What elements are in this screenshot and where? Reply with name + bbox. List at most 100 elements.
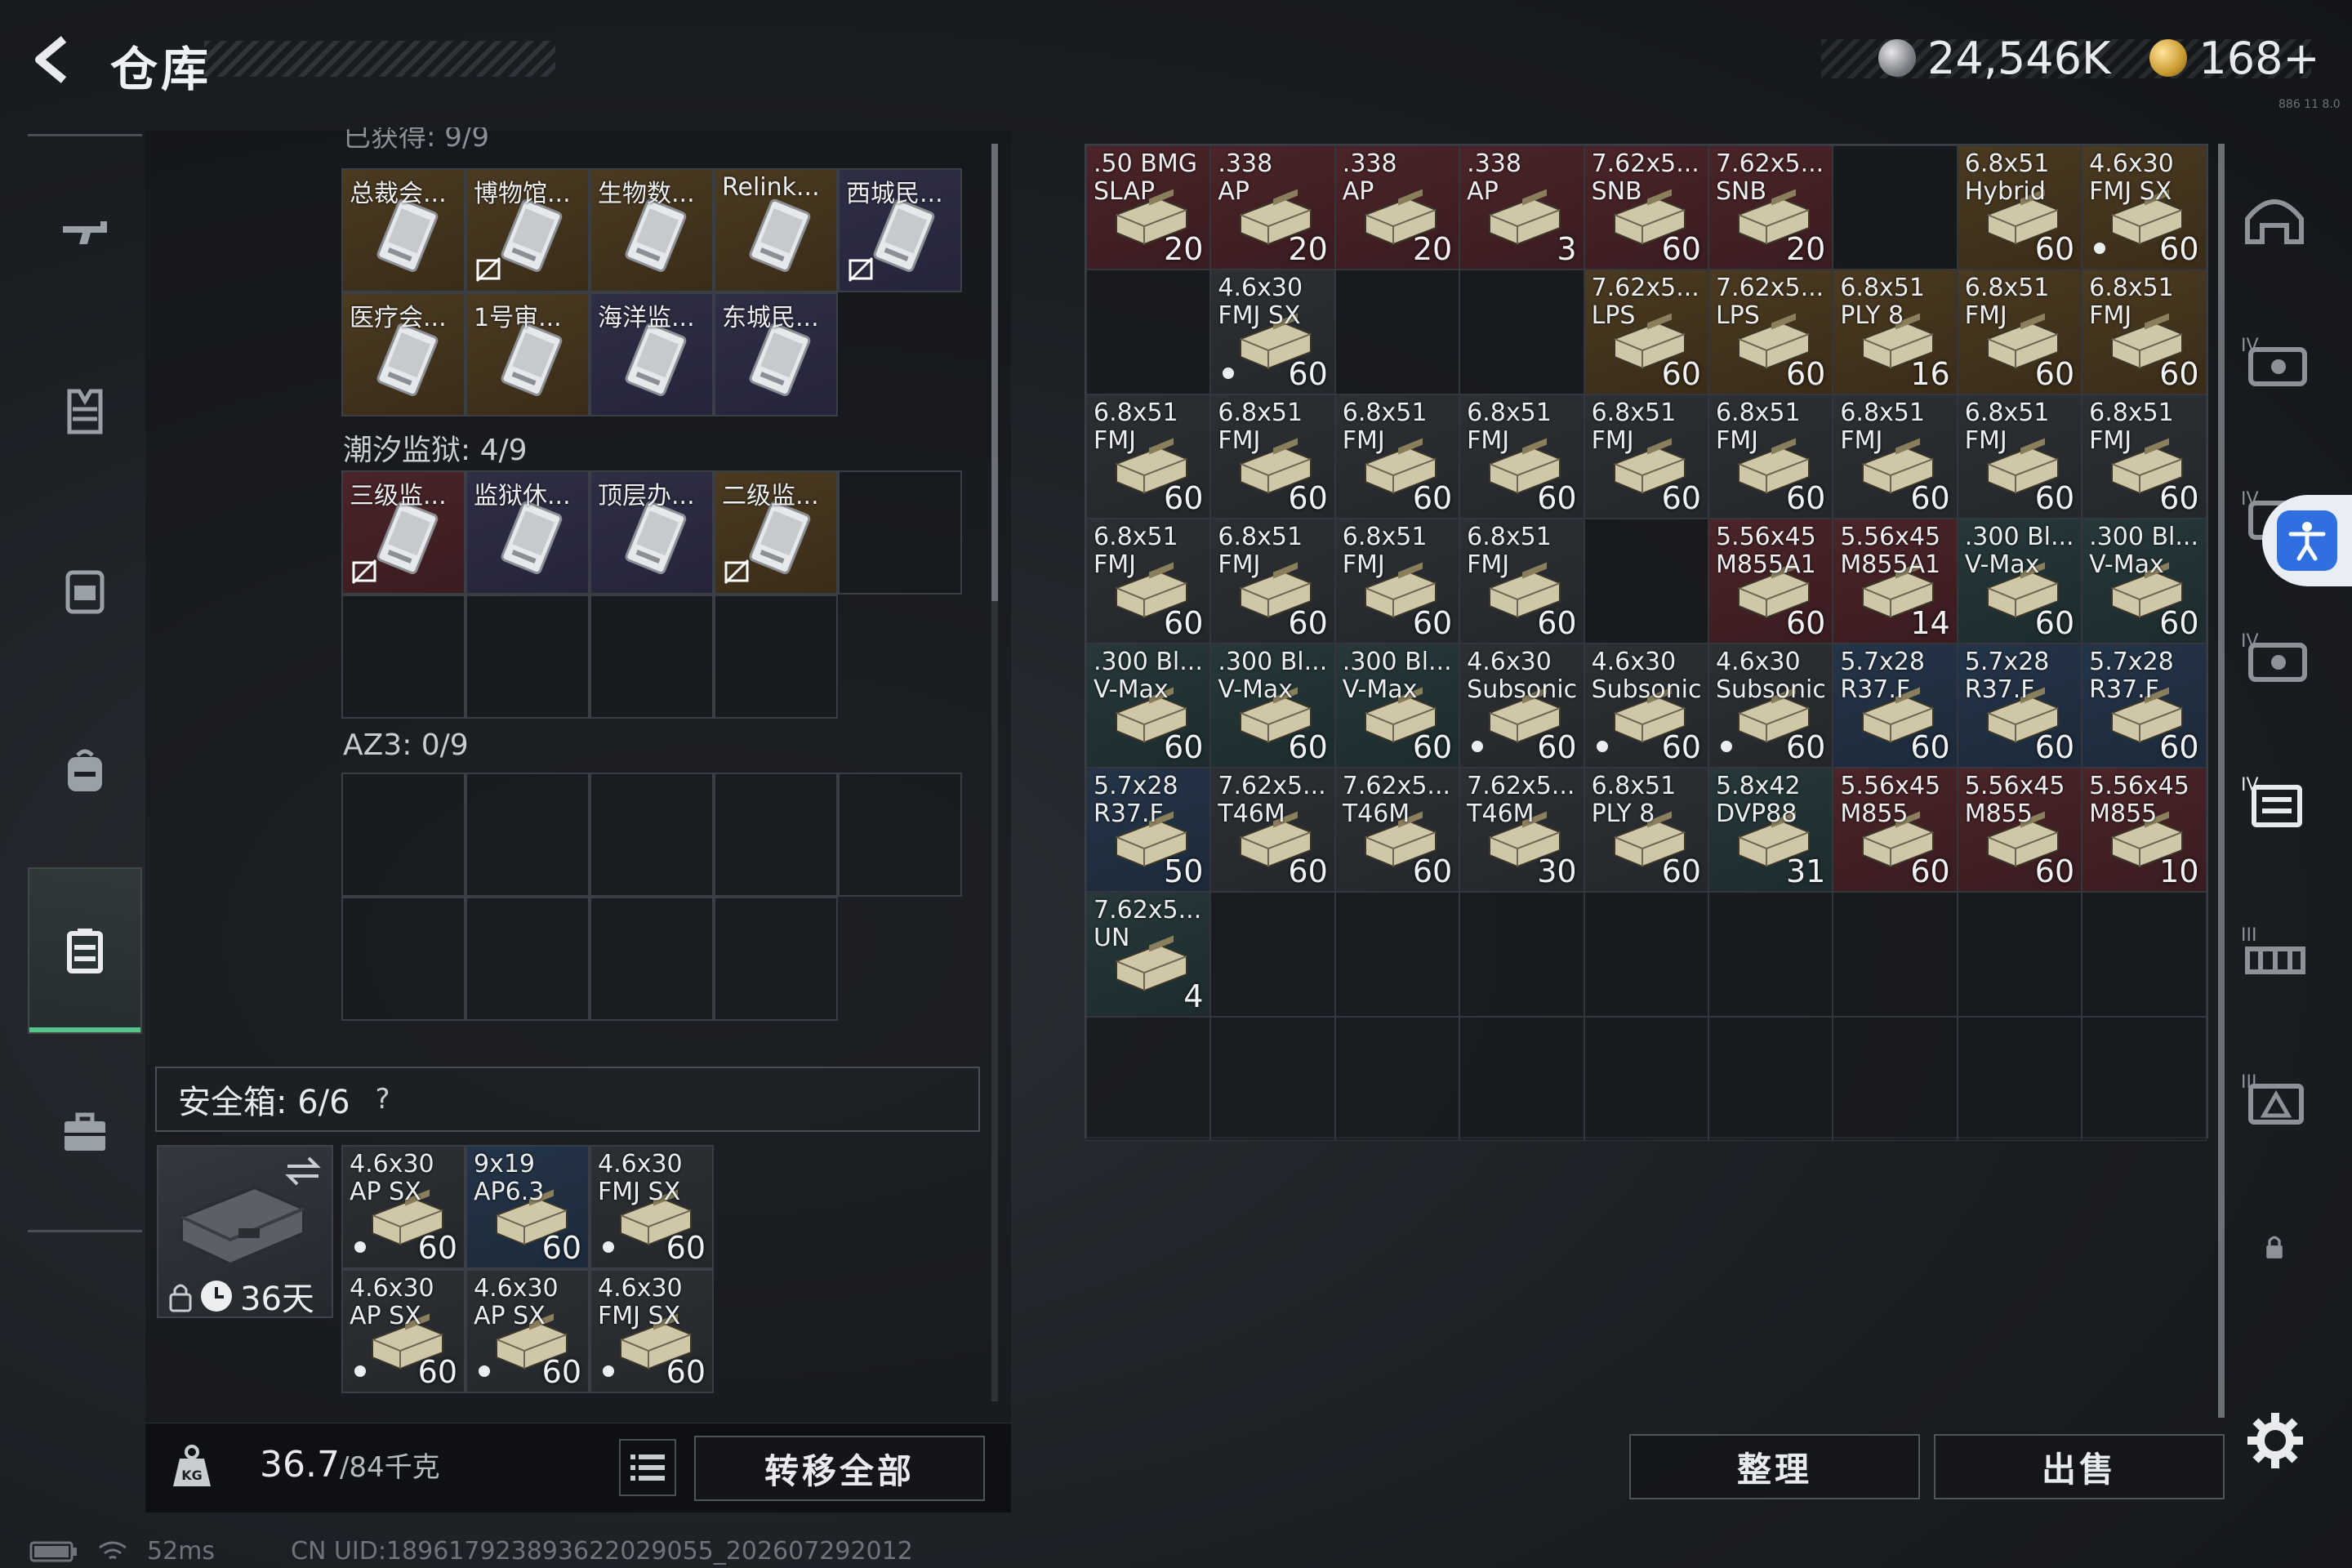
rail-locked[interactable]	[2230, 1197, 2319, 1295]
keycard-slot[interactable]: 海洋监...	[590, 292, 714, 416]
ammo-slot[interactable]: 6.8x51 FMJ 60	[1334, 519, 1460, 644]
ammo-slot[interactable]: 5.56x45 M855A1 14	[1833, 519, 1958, 644]
ammo-slot[interactable]: 5.8x42 DVP88 31	[1708, 767, 1833, 893]
ammo-slot[interactable]: 5.56x45 M855A1 60	[1708, 519, 1833, 644]
ammo-slot[interactable]: 4.6x30 FMJ SX 60	[2082, 145, 2207, 270]
ammo-slot[interactable]: 6.8x51 Hybrid 60	[1957, 145, 2082, 270]
keycard-slot[interactable]: 总裁会...	[341, 168, 466, 292]
no-sell-icon	[848, 256, 874, 283]
rail-tier4-plate[interactable]: IV	[2230, 608, 2319, 706]
ammo-slot[interactable]: 6.8x51 FMJ 60	[1210, 519, 1335, 644]
ammo-slot[interactable]: 6.8x51 FMJ 60	[1334, 394, 1460, 519]
ammo-count: 31	[1785, 853, 1826, 890]
ammo-slot[interactable]: .300 Bl... V-Max 60	[1957, 519, 2082, 644]
ammo-slot[interactable]: .300 Bl... V-Max 60	[1210, 643, 1335, 768]
ammo-slot[interactable]: 6.8x51 FMJ 60	[1210, 394, 1335, 519]
ammo-slot[interactable]: 7.62x5... UN 4	[1086, 892, 1211, 1017]
ammo-slot[interactable]: 6.8x51 FMJ 60	[1708, 394, 1833, 519]
ammo-slot[interactable]: 6.8x51 FMJ 60	[1957, 394, 2082, 519]
empty-slot	[341, 595, 466, 719]
ammo-slot[interactable]: 5.56x45 M855 10	[2082, 767, 2207, 893]
ammo-slot[interactable]: 6.8x51 FMJ 60	[2082, 270, 2207, 394]
ammo-slot[interactable]: 4.6x30 Subsonic 60	[1584, 643, 1708, 768]
keycard-slot[interactable]: 1号审...	[466, 292, 590, 416]
list-view-button[interactable]	[619, 1439, 676, 1496]
ammo-slot[interactable]: 5.7x28 R37.F 50	[1086, 767, 1211, 893]
back-arrow-icon[interactable]	[24, 31, 82, 88]
help-icon[interactable]: ?	[365, 1081, 401, 1117]
ammo-slot[interactable]: 4.6x30 FMJ SX 60	[590, 1145, 714, 1269]
ammo-slot[interactable]: 6.8x51 FMJ 60	[1957, 270, 2082, 394]
keycard-slot[interactable]: 西城民...	[838, 168, 962, 292]
ammo-slot[interactable]: 7.62x5... SNB 20	[1708, 145, 1833, 270]
ammo-slot[interactable]: 7.62x5... LPS 60	[1708, 270, 1833, 394]
keycard-slot[interactable]: Relink...	[714, 168, 838, 292]
section-label-prison: 潮汐监狱: 4/9	[343, 434, 528, 467]
rail-tier3-plate[interactable]: III	[2230, 1049, 2319, 1147]
keycard-slot[interactable]: 生物数...	[590, 168, 714, 292]
ammo-slot[interactable]: .300 Bl... V-Max 60	[2082, 519, 2207, 644]
ammo-slot[interactable]: 6.8x51 FMJ 60	[1459, 394, 1584, 519]
ammo-slot[interactable]: 4.6x30 AP SX 60	[341, 1269, 466, 1393]
ammo-slot[interactable]: .338 AP 20	[1334, 145, 1460, 270]
right-scrollbar[interactable]	[2218, 144, 2225, 1418]
ammo-slot[interactable]: 6.8x51 FMJ 60	[1086, 394, 1211, 519]
rail-tier4-case[interactable]: IV	[2230, 751, 2319, 849]
ammo-slot[interactable]: 5.56x45 M855 60	[1833, 767, 1958, 893]
ammo-slot[interactable]: .300 Bl... V-Max 60	[1086, 643, 1211, 768]
nav-chest-rig[interactable]	[28, 510, 142, 673]
settings-gear-icon[interactable]	[2244, 1410, 2306, 1472]
left-scrollbar[interactable]	[991, 144, 998, 1401]
sort-button[interactable]: 整理	[1629, 1434, 1920, 1499]
keycard-slot[interactable]: 二级监...	[714, 470, 838, 595]
rail-tier3-rig[interactable]: III	[2230, 902, 2319, 1000]
ammo-slot[interactable]: 6.8x51 FMJ 60	[1459, 519, 1584, 644]
accessibility-button[interactable]	[2262, 495, 2352, 586]
ammo-slot[interactable]: 5.7x28 R37.F 60	[2082, 643, 2207, 768]
rail-tier4-vest[interactable]: IV	[2230, 312, 2319, 410]
ammo-slot[interactable]: 4.6x30 Subsonic 60	[1708, 643, 1833, 768]
ammo-slot[interactable]: 4.6x30 AP SX 60	[466, 1269, 590, 1393]
ammo-slot[interactable]: .50 BMG SLAP 20	[1086, 145, 1211, 270]
keycard-slot[interactable]: 监狱休...	[466, 470, 590, 595]
gold-amount[interactable]: 168+	[2198, 33, 2319, 84]
ammo-slot[interactable]: 6.8x51 PLY 8 16	[1833, 270, 1958, 394]
ammo-slot[interactable]: 7.62x5... T46M 30	[1459, 767, 1584, 893]
ammo-type: FMJ	[1591, 425, 1634, 455]
tier4-vest-icon: IV	[2241, 336, 2307, 386]
ammo-slot[interactable]: 7.62x5... SNB 60	[1584, 145, 1708, 270]
nav-backpack[interactable]	[28, 689, 142, 853]
ammo-slot[interactable]: 6.8x51 FMJ 60	[2082, 394, 2207, 519]
ammo-slot[interactable]: 7.62x5... T46M 60	[1334, 767, 1460, 893]
ammo-slot[interactable]: 4.6x30 FMJ SX 60	[1210, 270, 1335, 394]
nav-key-case[interactable]	[28, 867, 142, 1034]
ammo-slot[interactable]: .300 Bl... V-Max 60	[1334, 643, 1460, 768]
ammo-slot[interactable]: 7.62x5... T46M 60	[1210, 767, 1335, 893]
ammo-slot[interactable]: 6.8x51 FMJ 60	[1833, 394, 1958, 519]
rail-helmet[interactable]	[2230, 172, 2319, 270]
keycard-slot[interactable]: 三级监...	[341, 470, 466, 595]
ammo-slot[interactable]: 4.6x30 FMJ SX 60	[590, 1269, 714, 1393]
ammo-slot[interactable]: 6.8x51 PLY 8 60	[1584, 767, 1708, 893]
keycard-slot[interactable]: 医疗会...	[341, 292, 466, 416]
swap-icon[interactable]	[284, 1155, 322, 1187]
ammo-slot[interactable]: 4.6x30 AP SX 60	[341, 1145, 466, 1269]
ammo-slot[interactable]: 7.62x5... LPS 60	[1584, 270, 1708, 394]
ammo-slot[interactable]: 5.7x28 R37.F 60	[1957, 643, 2082, 768]
ammo-slot[interactable]: 5.56x45 M855 60	[1957, 767, 2082, 893]
ammo-slot[interactable]: 5.7x28 R37.F 60	[1833, 643, 1958, 768]
ammo-slot[interactable]: 4.6x30 Subsonic 60	[1459, 643, 1584, 768]
ammo-slot[interactable]: 9x19 AP6.3 60	[466, 1145, 590, 1269]
transfer-all-button[interactable]: 转移全部	[694, 1436, 985, 1501]
keycard-slot[interactable]: 东城民...	[714, 292, 838, 416]
keycard-slot[interactable]: 顶层办...	[590, 470, 714, 595]
ammo-slot[interactable]: 6.8x51 FMJ 60	[1086, 519, 1211, 644]
keycard-slot[interactable]: 博物馆...	[466, 168, 590, 292]
ammo-slot[interactable]: .338 AP 20	[1210, 145, 1335, 270]
ammo-slot[interactable]: .338 AP 3	[1459, 145, 1584, 270]
nav-armor[interactable]	[28, 330, 142, 493]
ammo-slot[interactable]: 6.8x51 FMJ 60	[1584, 394, 1708, 519]
nav-briefcase[interactable]	[28, 1050, 142, 1214]
sell-button[interactable]: 出售	[1934, 1434, 2225, 1499]
nav-weapons[interactable]	[28, 150, 142, 314]
